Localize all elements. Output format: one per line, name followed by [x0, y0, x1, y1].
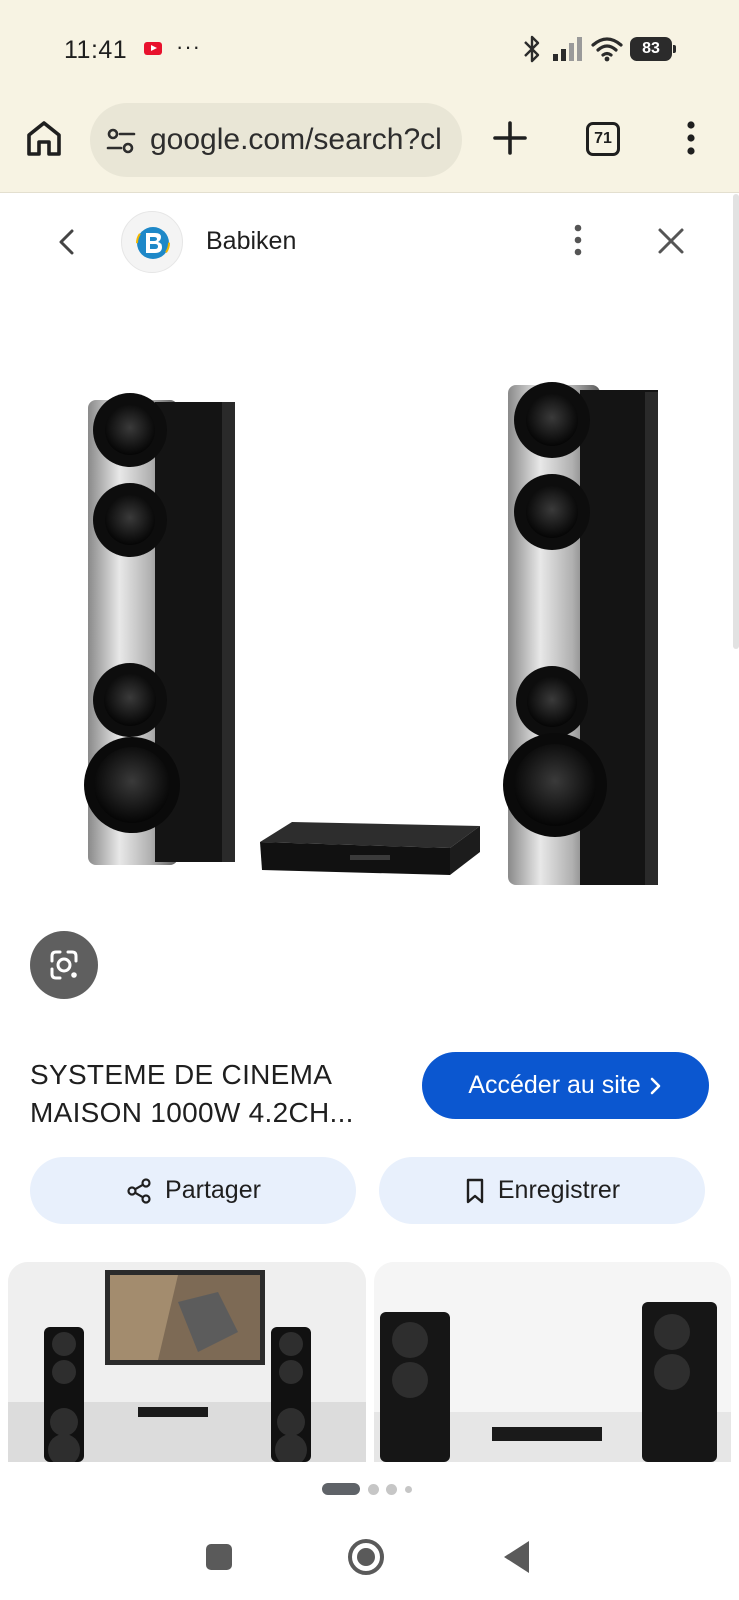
browser-chrome: 11:41 ··· 83 google.com/search?cl 71	[0, 0, 739, 193]
dvd-player	[260, 822, 480, 875]
scrollbar[interactable]	[733, 194, 739, 649]
chevron-left-icon[interactable]	[52, 226, 82, 258]
bottom-area	[0, 1462, 739, 1600]
bluetooth-icon	[524, 35, 540, 63]
product-title: SYSTEME DE CINEMA MAISON 1000W 4.2CH...	[30, 1059, 354, 1128]
address-bar[interactable]: google.com/search?cl	[90, 103, 462, 177]
tab-switcher-button[interactable]: 71	[586, 122, 620, 156]
related-image-speakers	[374, 1262, 731, 1462]
battery-indicator: 83	[630, 37, 676, 61]
related-image-thumbnail[interactable]	[374, 1262, 731, 1462]
google-lens-icon	[50, 950, 78, 980]
image-viewer-header: Babiken	[0, 194, 739, 290]
plus-icon[interactable]	[490, 118, 530, 158]
back-button[interactable]	[504, 1541, 529, 1573]
status-time: 11:41	[64, 36, 128, 64]
babiken-logo-icon	[136, 226, 170, 260]
cellular-signal-icon	[553, 37, 582, 61]
page-dot	[368, 1484, 379, 1495]
wifi-icon	[591, 37, 623, 62]
home-icon[interactable]	[22, 116, 66, 160]
more-notifications-icon: ···	[176, 34, 201, 59]
chevron-right-icon	[650, 1077, 660, 1094]
more-vert-icon[interactable]	[568, 222, 588, 258]
visit-site-button[interactable]: Accéder au site	[422, 1052, 709, 1119]
google-lens-button[interactable]	[30, 931, 98, 999]
more-vert-icon[interactable]	[676, 118, 706, 158]
save-button[interactable]: Enregistrer	[379, 1157, 705, 1224]
tune-icon[interactable]	[106, 127, 136, 155]
visit-site-label: Accéder au site	[468, 1071, 641, 1099]
home-button[interactable]	[348, 1539, 384, 1575]
status-bar: 11:41 ··· 83	[0, 0, 739, 100]
share-label: Partager	[165, 1176, 261, 1204]
url-text[interactable]: google.com/search?cl	[150, 123, 442, 157]
right-speaker	[503, 382, 658, 885]
share-icon	[127, 1177, 151, 1204]
bookmark-icon	[466, 1178, 484, 1203]
site-name[interactable]: Babiken	[206, 227, 296, 256]
product-image[interactable]	[0, 330, 739, 910]
page-dot	[386, 1484, 397, 1495]
system-navigation-bar	[0, 1522, 739, 1600]
close-icon[interactable]	[654, 224, 688, 258]
youtube-notification-icon	[144, 42, 162, 55]
page-dot-active	[322, 1483, 360, 1495]
left-speaker	[84, 393, 235, 865]
related-image-tv-speakers	[8, 1262, 366, 1462]
related-image-thumbnail[interactable]	[8, 1262, 366, 1462]
site-favicon[interactable]	[121, 211, 183, 273]
share-button[interactable]: Partager	[30, 1157, 356, 1224]
recent-apps-button[interactable]	[206, 1544, 232, 1570]
page-dot	[405, 1486, 412, 1493]
save-label: Enregistrer	[497, 1176, 621, 1204]
